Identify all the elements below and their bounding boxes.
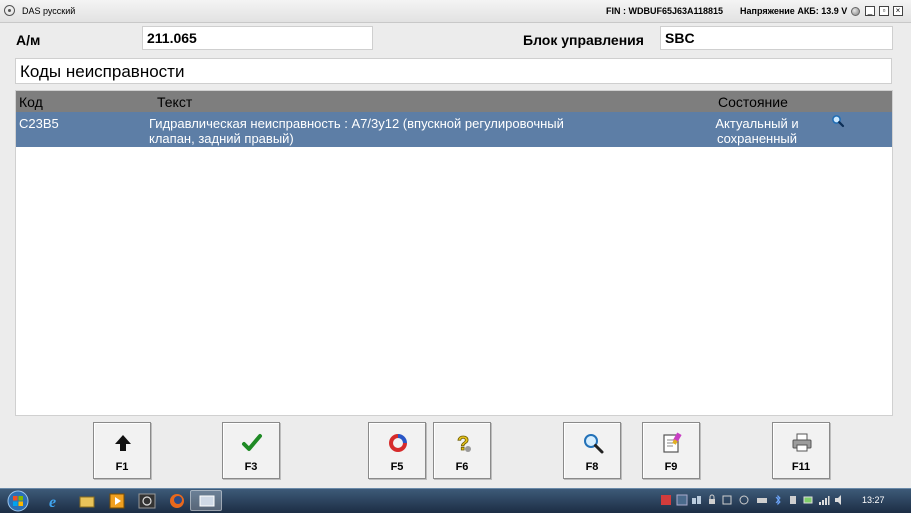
f6-help-button[interactable]: ? F6 (433, 422, 491, 479)
fault-code-table: Код Текст Состояние C23B5 Гидравлическая… (15, 90, 893, 416)
tray-network-icon[interactable] (691, 494, 703, 506)
f5-label: F5 (390, 461, 404, 473)
window-icon (199, 495, 215, 507)
fault-text: Гидравлическая неисправность : A7/3y12 (… (149, 116, 564, 146)
f5-refresh-button[interactable]: F5 (368, 422, 426, 479)
help-icon: ? (457, 433, 471, 455)
f3-confirm-button[interactable]: F3 (222, 422, 280, 479)
battery-tray-icon[interactable] (802, 494, 814, 506)
minimize-button[interactable]: _ (865, 6, 875, 16)
f8-label: F8 (585, 461, 599, 473)
tray-app-icon[interactable] (660, 494, 672, 506)
ecu-field: SBC (660, 26, 893, 50)
table-header: Код Текст Состояние (16, 91, 892, 112)
vehicle-label: А/м (16, 32, 41, 48)
arrow-up-icon (115, 435, 131, 451)
system-clock[interactable]: 13:27 (862, 495, 885, 505)
usb-icon[interactable] (787, 494, 799, 506)
f11-label: F11 (791, 461, 811, 473)
f9-label: F9 (664, 461, 678, 473)
svg-text:e: e (49, 494, 56, 510)
fault-state: Актуальный и сохраненный (715, 116, 799, 146)
f9-notes-button[interactable]: F9 (642, 422, 700, 479)
media-player-icon[interactable] (108, 492, 126, 510)
das-app-icon[interactable] (138, 492, 156, 510)
f1-label: F1 (115, 461, 129, 473)
column-header-code[interactable]: Код (19, 94, 43, 110)
magnifier-icon[interactable] (831, 114, 845, 128)
device-icon[interactable] (721, 494, 733, 506)
fin-label: FIN : WDBUF65J63A118815 (606, 6, 724, 16)
column-header-state[interactable]: Состояние (718, 94, 788, 110)
lock-icon[interactable] (706, 494, 718, 506)
column-header-text[interactable]: Текст (157, 94, 192, 110)
volume-icon[interactable] (834, 494, 846, 506)
bluetooth-icon[interactable] (772, 494, 784, 506)
table-row[interactable]: C23B5 Гидравлическая неисправность : A7/… (16, 112, 892, 147)
tray-language-icon[interactable] (676, 494, 688, 506)
status-indicator-icon (851, 7, 860, 16)
window-title: DAS русский (22, 6, 76, 16)
refresh-icon (389, 434, 407, 452)
restore-button[interactable]: ▫ (879, 6, 889, 16)
f6-label: F6 (455, 461, 469, 473)
title-bar: DAS русский FIN : WDBUF65J63A118815 Напр… (0, 0, 911, 23)
internet-explorer-icon[interactable]: e (46, 492, 64, 510)
firefox-icon[interactable] (168, 492, 186, 510)
f11-print-button[interactable]: F11 (772, 422, 830, 479)
vehicle-field: 211.065 (142, 26, 373, 50)
app-logo-icon (4, 5, 15, 16)
close-button[interactable]: × (893, 6, 903, 16)
ecu-label: Блок управления (523, 32, 644, 48)
page-title: Коды неисправности (15, 58, 892, 84)
taskbar: e 13:27 (0, 488, 911, 513)
f1-back-button[interactable]: F1 (93, 422, 151, 479)
printer-tray-icon[interactable] (756, 494, 768, 506)
f8-search-button[interactable]: F8 (563, 422, 621, 479)
printer-icon (792, 433, 812, 452)
battery-voltage: Напряжение АКБ: 13.9 V (740, 6, 848, 16)
windows-start-icon[interactable] (3, 489, 33, 513)
taskbar-active-window[interactable] (190, 490, 222, 511)
folder-icon[interactable] (78, 492, 96, 510)
magnifier-icon (584, 434, 604, 454)
fault-code: C23B5 (19, 116, 59, 131)
checkmark-icon (242, 434, 262, 451)
signal-icon[interactable] (818, 494, 830, 506)
notepad-icon (663, 432, 682, 453)
f3-label: F3 (244, 461, 258, 473)
sync-icon[interactable] (738, 494, 750, 506)
